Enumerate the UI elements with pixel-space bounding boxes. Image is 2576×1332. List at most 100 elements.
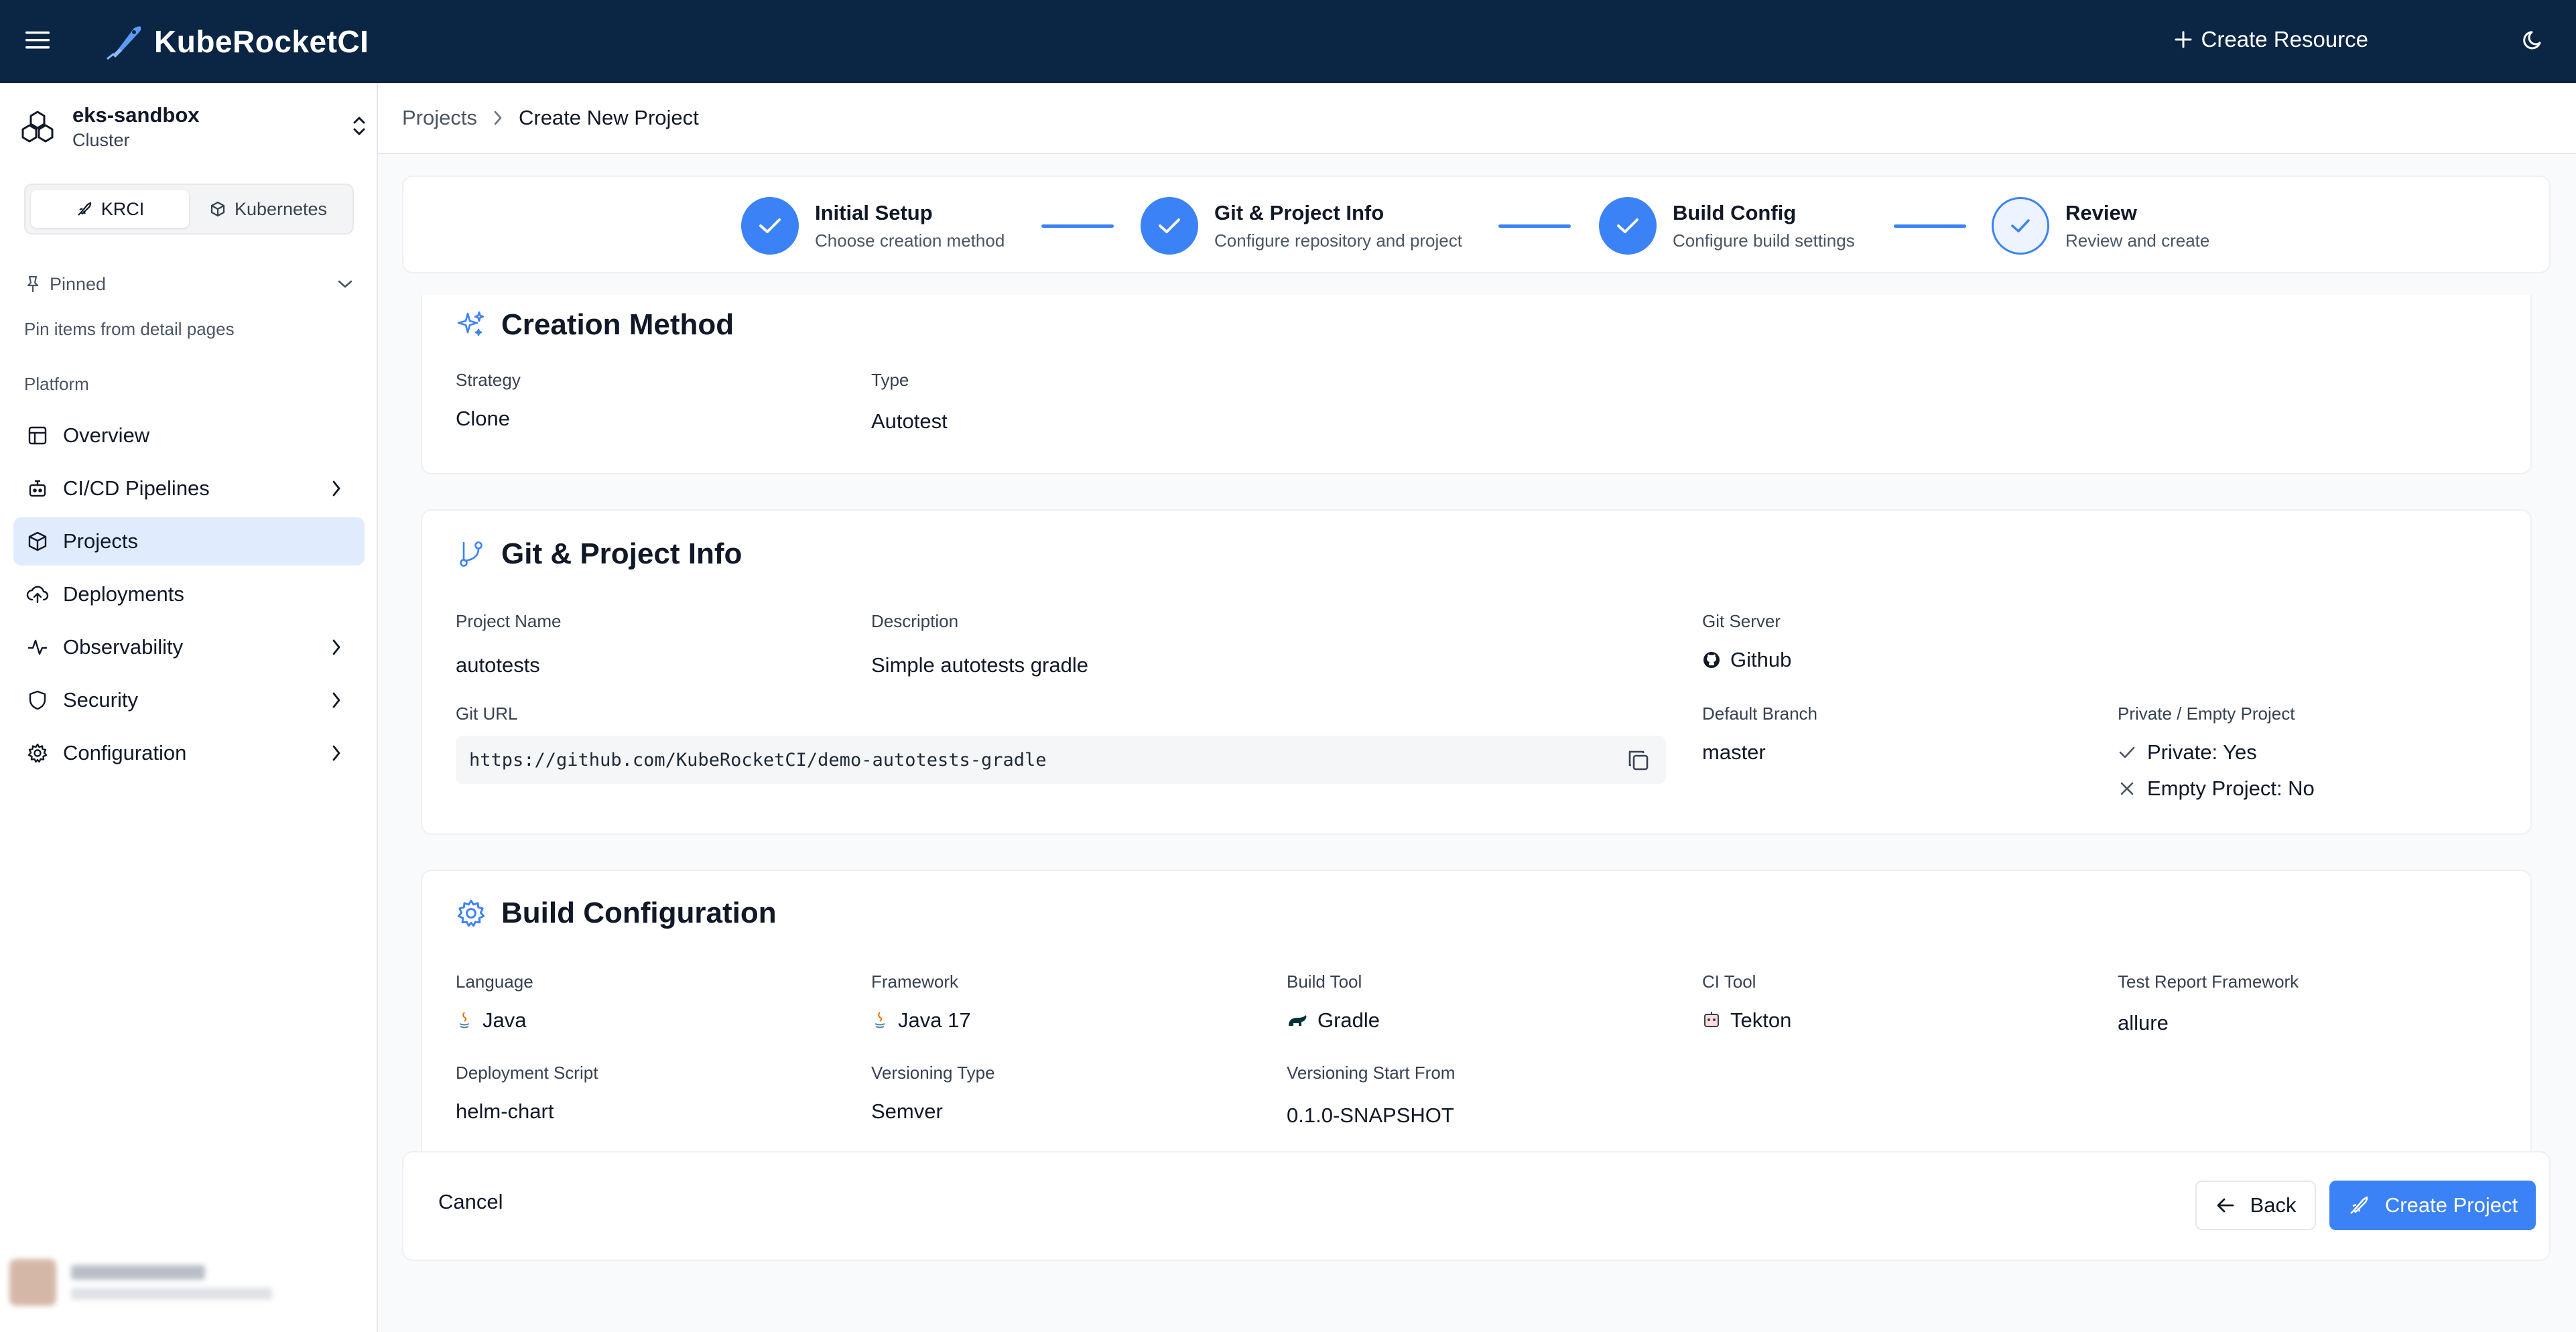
- sidebar-item-security[interactable]: Security: [13, 676, 365, 724]
- step-subtitle: Configure build settings: [1673, 230, 1855, 251]
- field-label: Build Tool: [1287, 972, 1362, 992]
- view-switcher: KRCI Kubernetes: [24, 184, 354, 235]
- language-value: Java: [456, 1008, 533, 1033]
- kubernetes-tab-label: Kubernetes: [234, 198, 328, 219]
- ci-tool-field: CI Tool Tekton: [1702, 972, 1791, 1033]
- sidebar-item-configuration[interactable]: Configuration: [13, 729, 365, 777]
- chevron-right-icon: [331, 479, 342, 498]
- field-label: Versioning Start From: [1287, 1063, 1456, 1083]
- chevron-right-icon: [493, 110, 503, 126]
- git-project-info-card: Git & Project Info Project Name autotest…: [421, 509, 2532, 835]
- rocket-icon: [76, 200, 93, 218]
- build-configuration-title: Build Configuration: [501, 896, 777, 929]
- breadcrumb-projects-link[interactable]: Projects: [402, 106, 477, 130]
- versioning-start-from-field: Versioning Start From 0.1.0-SNAPSHOT: [1287, 1063, 1455, 1128]
- field-value: Java: [482, 1008, 527, 1032]
- gear-icon: [25, 741, 50, 765]
- back-button-label: Back: [2250, 1193, 2297, 1217]
- sidebar-item-projects[interactable]: Projects: [13, 517, 365, 565]
- field-value: Simple autotests gradle: [871, 653, 1088, 677]
- chevron-right-icon: [331, 691, 342, 710]
- user-profile-blurred[interactable]: [9, 1249, 369, 1316]
- menu-icon[interactable]: [24, 27, 51, 54]
- sidebar-item-label: Projects: [63, 529, 138, 553]
- rocket-logo-icon: [105, 23, 145, 60]
- card-title: Build Configuration: [456, 896, 777, 930]
- creation-method-card: Creation Method Strategy Clone Type Auto…: [421, 295, 2532, 474]
- sidebar-item-observability[interactable]: Observability: [13, 623, 365, 671]
- private-value: Private: Yes: [2147, 740, 2257, 764]
- rocket-icon: [2347, 1194, 2370, 1217]
- field-value: autotests: [456, 653, 540, 677]
- cloud-upload-icon: [25, 582, 50, 606]
- git-server-field: Git Server Github: [1702, 611, 1791, 672]
- cluster-icon: [19, 108, 56, 145]
- field-value: Gradle: [1317, 1008, 1380, 1032]
- field-label: Strategy: [456, 370, 521, 390]
- private-empty-field: Private / Empty Project Private: Yes Emp…: [2118, 704, 2315, 801]
- step-connector: [1041, 224, 1114, 228]
- chevron-up-down-icon: [351, 114, 367, 138]
- app-title: KubeRocketCI: [154, 24, 369, 59]
- java-icon: [456, 1010, 473, 1030]
- field-value: master: [1702, 740, 1766, 764]
- pinned-section-toggle[interactable]: Pinned: [24, 271, 354, 297]
- project-name-field: Project Name autotests: [456, 611, 562, 677]
- pinned-label: Pinned: [50, 273, 107, 294]
- sidebar-item-cicd-pipelines[interactable]: CI/CD Pipelines: [13, 464, 365, 513]
- layout-icon: [25, 423, 50, 448]
- avatar: [9, 1259, 56, 1306]
- box-icon: [209, 200, 227, 218]
- git-project-info-title: Git & Project Info: [501, 537, 743, 570]
- framework-value: Java 17: [871, 1008, 971, 1033]
- field-value: allure: [2118, 1011, 2169, 1035]
- git-url-box: https://github.com/KubeRocketCI/demo-aut…: [456, 736, 1666, 784]
- field-value: Tekton: [1730, 1008, 1792, 1032]
- step-subtitle: Review and create: [2065, 230, 2210, 251]
- field-label: Git URL: [456, 704, 518, 724]
- field-label: Framework: [871, 972, 959, 992]
- check-icon: [741, 197, 799, 255]
- create-project-button[interactable]: Create Project: [2329, 1181, 2536, 1230]
- field-label: Deployment Script: [456, 1063, 598, 1083]
- sidebar-item-label: Deployments: [63, 582, 184, 606]
- app-logo[interactable]: KubeRocketCI: [105, 23, 369, 60]
- tekton-icon: [1702, 1010, 1721, 1030]
- card-title: Git & Project Info: [456, 537, 742, 571]
- sidebar-item-overview[interactable]: Overview: [13, 411, 365, 460]
- breadcrumb: Projects Create New Project: [378, 83, 2576, 154]
- step-initial-setup[interactable]: Initial Setup Choose creation method: [741, 197, 1005, 255]
- sidebar-item-deployments[interactable]: Deployments: [13, 570, 365, 618]
- description-field: Description Simple autotests gradle: [871, 611, 1088, 677]
- check-icon: [2118, 745, 2136, 760]
- back-button[interactable]: Back: [2195, 1181, 2316, 1230]
- field-value: Java 17: [898, 1008, 971, 1032]
- build-tool-value: Gradle: [1287, 1008, 1380, 1033]
- git-branch-icon: [456, 539, 487, 570]
- language-field: Language Java: [456, 972, 533, 1033]
- step-build-config[interactable]: Build Config Configure build settings: [1599, 197, 1855, 255]
- field-label: Test Report Framework: [2118, 972, 2299, 992]
- cluster-name: eks-sandbox: [72, 103, 200, 127]
- create-project-label: Create Project: [2384, 1193, 2518, 1217]
- krci-tab[interactable]: KRCI: [31, 190, 189, 228]
- cluster-switcher[interactable]: eks-sandbox Cluster: [19, 103, 367, 150]
- field-value: Autotest: [871, 409, 948, 433]
- step-subtitle: Choose creation method: [815, 230, 1005, 251]
- plus-icon: [2175, 31, 2192, 48]
- moon-icon[interactable]: [2522, 28, 2549, 55]
- cancel-button[interactable]: Cancel: [438, 1190, 503, 1214]
- chevron-right-icon: [331, 744, 342, 762]
- gradle-icon: [1287, 1012, 1308, 1028]
- copy-icon[interactable]: [1626, 748, 1651, 773]
- github-icon: [1702, 651, 1721, 669]
- framework-field: Framework Java 17: [871, 972, 971, 1033]
- field-value: Clone: [456, 407, 510, 430]
- create-resource-button[interactable]: Create Resource: [2175, 27, 2368, 52]
- default-branch-field: Default Branch master: [1702, 704, 1817, 764]
- card-title: Creation Method: [456, 308, 734, 342]
- step-review[interactable]: Review Review and create: [1992, 197, 2209, 255]
- step-title: Git & Project Info: [1214, 200, 1384, 224]
- step-git-project-info[interactable]: Git & Project Info Configure repository …: [1141, 197, 1462, 255]
- kubernetes-tab[interactable]: Kubernetes: [189, 190, 347, 228]
